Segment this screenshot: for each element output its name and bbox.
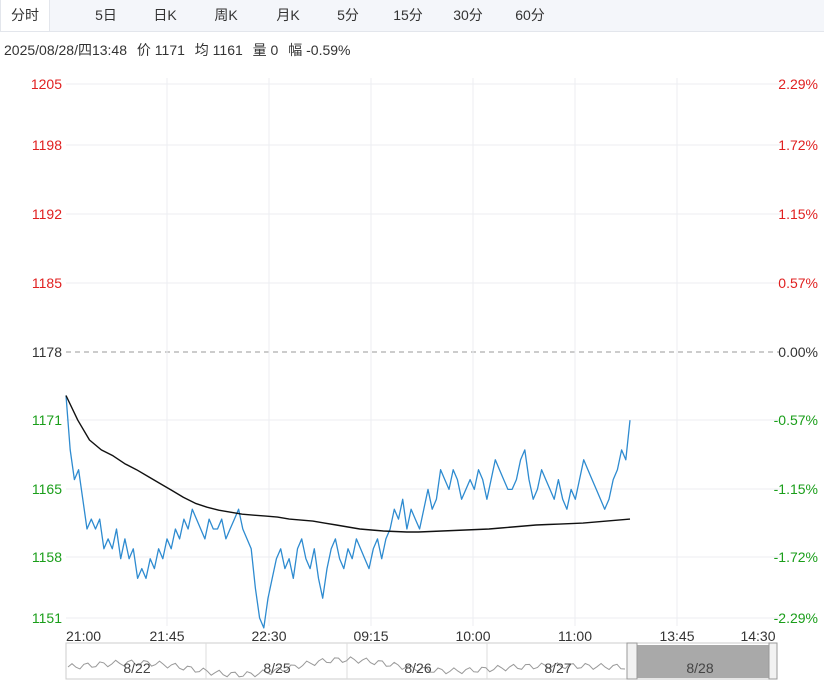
y-pct-label: 1.72% [778,137,818,153]
y-tick-label: 1192 [32,206,62,222]
navigator-handle-right [768,642,778,680]
x-tick-label: 10:00 [455,628,490,644]
x-tick-label: 22:30 [251,628,286,644]
y-tick-label: 1151 [32,610,62,626]
navigator-date-label: 8/27 [544,660,571,676]
y-tick-label: 1178 [32,344,62,360]
avg-series-line [65,395,631,533]
y-pct-label: 2.29% [778,76,818,92]
navigator-date-label: 8/26 [404,660,431,676]
y-pct-label: -1.15% [774,481,818,497]
y-tick-label: 1205 [31,76,62,92]
y-pct-label: 0.00% [778,344,818,360]
y-pct-label: -2.29% [774,610,818,626]
x-tick-label: 13:45 [659,628,694,644]
navigator-date-label: 8/25 [263,660,290,676]
y-pct-label: -0.57% [774,412,818,428]
x-tick-label: 21:45 [149,628,184,644]
navigator-date-label: 8/22 [123,660,150,676]
y-pct-label: -1.72% [774,549,818,565]
y-tick-label: 1185 [32,275,62,291]
x-tick-label: 09:15 [353,628,388,644]
intraday-chart[interactable]: 1205 2.29% 1198 1.72% 1192 1.15% 1185 0.57% 1178… [0,0,824,682]
y-pct-label: 1.15% [778,206,818,222]
x-tick-label: 21:00 [66,628,101,644]
y-tick-label: 1171 [32,412,62,428]
y-pct-label: 0.57% [778,275,818,291]
y-tick-label: 1198 [32,137,62,153]
y-tick-label: 1158 [32,549,62,565]
x-tick-label: 14:30 [740,628,775,644]
navigator-date-label: 8/28 [686,660,713,676]
y-tick-label: 1165 [32,481,62,497]
x-tick-label: 11:00 [558,628,592,644]
navigator-handle-left [626,642,638,680]
price-series-line [65,395,631,629]
